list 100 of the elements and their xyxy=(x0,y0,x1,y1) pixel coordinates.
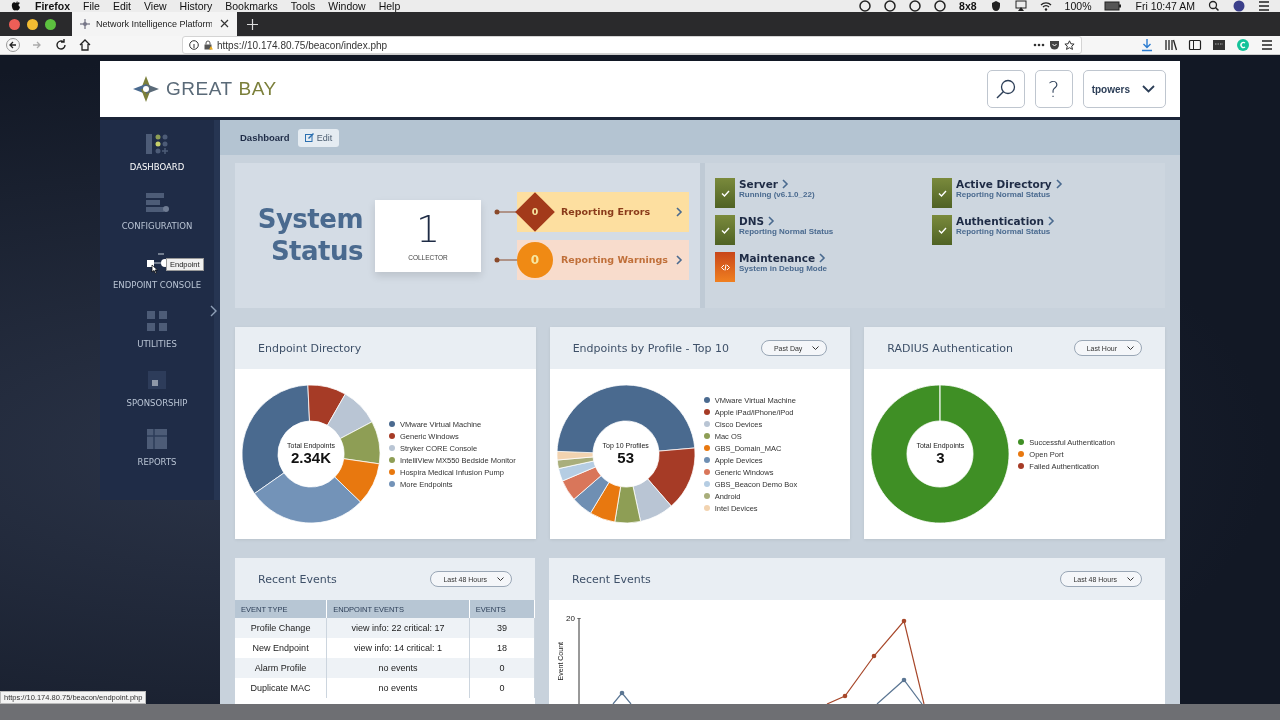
center-value: 2.34K xyxy=(291,449,331,466)
menu-clock[interactable]: Fri 10:47 AM xyxy=(1135,0,1195,12)
battery-icon[interactable] xyxy=(1104,0,1123,12)
menu-item[interactable]: Bookmarks xyxy=(225,0,278,12)
shield-icon[interactable] xyxy=(989,0,1002,12)
url-field[interactable]: https://10.174.80.75/beacon/index.php xyxy=(182,36,1082,54)
menu-item[interactable]: Window xyxy=(328,0,366,12)
status-title: System Status xyxy=(256,204,363,267)
search-icon[interactable] xyxy=(1208,0,1220,12)
table-icon xyxy=(144,427,170,451)
service-name[interactable]: Maintenance xyxy=(739,252,816,264)
table-cell: no events xyxy=(326,678,470,698)
table-cell: Profile Change xyxy=(235,618,327,638)
table-cell: Duplicate MAC xyxy=(235,678,327,698)
service-name[interactable]: Active Directory xyxy=(956,178,1052,190)
library-button[interactable] xyxy=(1164,38,1178,52)
card-title: Endpoints by Profile - Top 10 xyxy=(572,341,731,355)
edit-button[interactable]: Edit xyxy=(297,128,340,147)
wifi-icon[interactable] xyxy=(1039,0,1052,12)
chevron-icon xyxy=(676,206,683,217)
new-tab-icon[interactable] xyxy=(247,18,258,30)
close-window-button[interactable] xyxy=(9,18,20,30)
menu-status-text[interactable]: 8x8 xyxy=(959,0,977,12)
sidebar-item[interactable]: DASHBOARD xyxy=(100,132,214,191)
sidebar-item[interactable]: CONFIGURATION xyxy=(100,191,214,250)
service-name[interactable]: DNS xyxy=(739,215,765,227)
caret-icon xyxy=(1127,345,1134,351)
search-icon xyxy=(994,78,1017,100)
count-badge: 0 xyxy=(515,191,555,232)
extension-button[interactable] xyxy=(1212,38,1226,52)
pocket-icon[interactable] xyxy=(1049,39,1060,51)
grid-icon xyxy=(144,309,170,333)
menu-item[interactable]: Help xyxy=(378,0,401,12)
info-icon xyxy=(189,40,199,50)
table-cell: 0 xyxy=(469,678,535,698)
menu-item[interactable]: File xyxy=(83,0,100,12)
menu-button[interactable] xyxy=(1260,38,1274,52)
check-icon xyxy=(715,178,735,208)
reload-button[interactable] xyxy=(54,38,68,52)
service-status: System in Debug Mode xyxy=(739,264,827,273)
caret-icon xyxy=(812,345,820,351)
alert-button[interactable]: 0 Reporting Errors xyxy=(517,191,689,232)
apple-icon[interactable] xyxy=(10,0,22,12)
close-icon[interactable] xyxy=(220,12,237,36)
card-title: Recent Events xyxy=(258,572,338,586)
menu-item[interactable]: View xyxy=(144,0,167,12)
more-icon[interactable] xyxy=(1033,43,1045,47)
airplay-icon[interactable] xyxy=(1014,0,1027,12)
configuration-icon xyxy=(144,191,170,215)
chevron-icon xyxy=(819,253,827,263)
cursor-icon xyxy=(150,264,158,275)
minimize-window-button[interactable] xyxy=(27,18,38,30)
browser-tab[interactable]: Network Intelligence Platform xyxy=(72,12,220,36)
logo-text: GREAT xyxy=(166,78,233,100)
caret-icon xyxy=(497,576,504,582)
list-icon[interactable] xyxy=(1258,0,1270,12)
axis-tick: 20 xyxy=(566,614,575,623)
back-button[interactable] xyxy=(6,38,20,52)
collector-count: 1 xyxy=(415,210,441,248)
donut-slice xyxy=(339,421,381,465)
sidebar-item[interactable]: UTILITIES xyxy=(100,309,214,368)
menu-app-name[interactable]: Firefox xyxy=(35,0,70,12)
help-button[interactable]: ? xyxy=(1034,70,1073,108)
sidebar-item[interactable]: REPORTS xyxy=(100,427,214,486)
battery-percent: 100% xyxy=(1064,0,1092,12)
user-menu[interactable]: tpowers xyxy=(1082,70,1166,108)
center-value: 3 xyxy=(936,449,945,466)
logo-text: BAY xyxy=(238,78,277,100)
search-button[interactable] xyxy=(986,70,1025,108)
chevron-icon xyxy=(768,216,776,226)
download-button[interactable] xyxy=(1140,38,1154,52)
check-icon xyxy=(715,215,735,245)
service-name[interactable]: Authentication xyxy=(956,215,1044,227)
service-name[interactable]: Server xyxy=(739,178,778,190)
service-status: Reporting Normal Status xyxy=(956,190,1052,199)
maximize-window-button[interactable] xyxy=(45,18,56,30)
sidebar-button[interactable] xyxy=(1188,38,1202,52)
logo-icon xyxy=(132,75,160,103)
edit-icon xyxy=(304,133,314,142)
table-cell: 39 xyxy=(469,618,535,638)
table-cell: 0 xyxy=(469,658,535,678)
menu-item[interactable]: Edit xyxy=(112,0,132,12)
menu-item[interactable]: History xyxy=(179,0,213,12)
star-icon[interactable] xyxy=(1064,39,1075,51)
code-icon xyxy=(715,252,735,282)
caret-icon xyxy=(1142,85,1155,93)
sidebar-item[interactable]: SPONSORSHIP xyxy=(100,368,214,427)
service-status: Running (v6.1.0_22) xyxy=(739,190,815,199)
menu-item[interactable]: Tools xyxy=(290,0,316,12)
table-cell: no events xyxy=(326,658,470,678)
home-button[interactable] xyxy=(78,38,92,52)
connector-line xyxy=(493,255,517,264)
caret-icon xyxy=(1127,576,1134,582)
globe-icon xyxy=(80,19,90,29)
expand-icon[interactable] xyxy=(210,305,218,317)
avatar-icon[interactable] xyxy=(1233,0,1245,12)
dashboard-icon xyxy=(144,132,170,156)
page-title: Dashboard xyxy=(240,132,290,143)
card-title: RADIUS Authentication xyxy=(887,341,1015,355)
donut-slice xyxy=(327,393,373,439)
